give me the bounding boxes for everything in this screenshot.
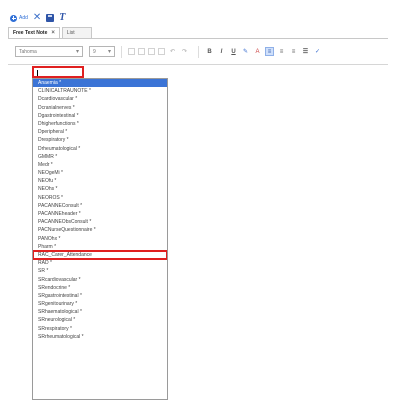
font-family-select[interactable]: Tahoma ▾ [15, 46, 83, 57]
spell-check-icon[interactable]: ✓ [313, 47, 322, 56]
list-item[interactable]: RAC_Carer_Attendance [33, 249, 167, 261]
list-item[interactable]: CLINICALTRAUNOTE * [33, 87, 167, 95]
highlight-color-icon[interactable]: ✎ [241, 47, 250, 56]
list-item[interactable]: SRneurological * [33, 316, 167, 324]
align-left-icon[interactable]: ≡ [265, 47, 274, 56]
tab-free-text-note[interactable]: Free Text Note × [8, 27, 60, 38]
list-item[interactable]: PACANNEConsult * [33, 202, 167, 210]
list-item[interactable]: Dcranialnerves * [33, 104, 167, 112]
list-item[interactable]: Anaemia * [33, 79, 167, 88]
chevron-down-icon: ▾ [107, 49, 111, 55]
tab-list[interactable]: List [61, 27, 92, 38]
list-item[interactable]: Pharm * [33, 243, 167, 251]
list-item[interactable]: SRgenitourinary * [33, 300, 167, 308]
list-item[interactable]: SRhaematological * [33, 308, 167, 316]
copy-icon[interactable] [138, 48, 145, 55]
bold-button[interactable]: B [205, 47, 214, 56]
list-item[interactable]: SRcardiovascular * [33, 276, 167, 284]
list-item[interactable]: Medr * [33, 161, 167, 169]
tab-label: Free Text Note [13, 30, 48, 36]
paste-icon[interactable] [148, 48, 155, 55]
list-item[interactable]: NEOgeMi * [33, 169, 167, 177]
align-center-icon[interactable]: ≡ [277, 47, 286, 56]
list-item[interactable]: Drheumatological * [33, 145, 167, 153]
clear-format-icon[interactable]: T [59, 13, 65, 23]
list-item[interactable]: PACANNEObsConsult * [33, 218, 167, 226]
find-icon[interactable] [158, 48, 165, 55]
bullet-list-icon[interactable]: ☰ [301, 47, 310, 56]
font-color-icon[interactable]: A [253, 47, 262, 56]
toolbar-separator [198, 45, 199, 58]
add-label: Add [19, 15, 28, 21]
undo-icon[interactable]: ↶ [168, 47, 177, 56]
add-button[interactable]: Add [10, 14, 28, 22]
list-item[interactable]: NEOfu * [33, 177, 167, 185]
font-family-value: Tahoma [19, 48, 37, 55]
cut-icon[interactable] [128, 48, 135, 55]
list-item[interactable]: NEOhs * [33, 185, 167, 193]
note-editor: Tahoma ▾ 9 ▾ ↶ ↷ B I U ✎ A ≡ ≡ ≡ ☰ ✓ Ana… [8, 38, 388, 401]
font-size-value: 9 [93, 48, 96, 55]
list-item[interactable]: PANOhx * [33, 235, 167, 243]
list-item[interactable]: SR * [33, 267, 167, 275]
list-item[interactable]: SRrespiratory * [33, 325, 167, 333]
align-right-icon[interactable]: ≡ [289, 47, 298, 56]
tab-label: List [66, 30, 75, 36]
tab-strip: Free Text Note × List [8, 26, 92, 38]
note-text-area[interactable]: Anaemia * CLINICALTRAUNOTE * Dcardiovascul… [8, 66, 388, 401]
list-item[interactable]: PACANNEheader * [33, 210, 167, 218]
list-item[interactable]: Drespiratory * [33, 136, 167, 144]
underline-button[interactable]: U [229, 47, 238, 56]
add-icon [10, 14, 17, 22]
template-autocomplete-list[interactable]: Anaemia * CLINICALTRAUNOTE * Dcardiovascul… [32, 78, 168, 400]
list-item[interactable]: SRgastrointestinal * [33, 292, 167, 300]
top-toolbar: Add ✕ T [10, 12, 65, 24]
redo-icon[interactable]: ↷ [180, 47, 189, 56]
format-toolbar: Tahoma ▾ 9 ▾ ↶ ↷ B I U ✎ A ≡ ≡ ≡ ☰ ✓ [8, 39, 388, 65]
save-icon[interactable] [46, 14, 55, 22]
text-cursor-highlight [32, 66, 84, 78]
list-item[interactable]: Dcardiovascular * [33, 95, 167, 103]
chevron-down-icon: ▾ [75, 49, 79, 55]
list-item[interactable]: Dhigherfunctions * [33, 120, 167, 128]
list-item[interactable]: SRrheumatological * [33, 333, 167, 341]
list-item[interactable]: SRendocrine * [33, 284, 167, 292]
list-item[interactable]: GMMR * [33, 153, 167, 161]
toolbar-separator [121, 45, 122, 58]
list-item[interactable]: PACNurseQuestionnaire * [33, 226, 167, 234]
italic-button[interactable]: I [217, 47, 226, 56]
list-item[interactable]: RAD * [33, 259, 167, 267]
tab-close-icon[interactable]: × [51, 30, 55, 36]
list-item[interactable]: NEOROS * [33, 194, 167, 202]
delete-icon[interactable]: ✕ [33, 13, 41, 23]
text-caret [37, 70, 38, 76]
list-item[interactable]: Dgastrointestinal * [33, 112, 167, 120]
list-item[interactable]: Dperipheral * [33, 128, 167, 136]
font-size-select[interactable]: 9 ▾ [89, 46, 115, 57]
